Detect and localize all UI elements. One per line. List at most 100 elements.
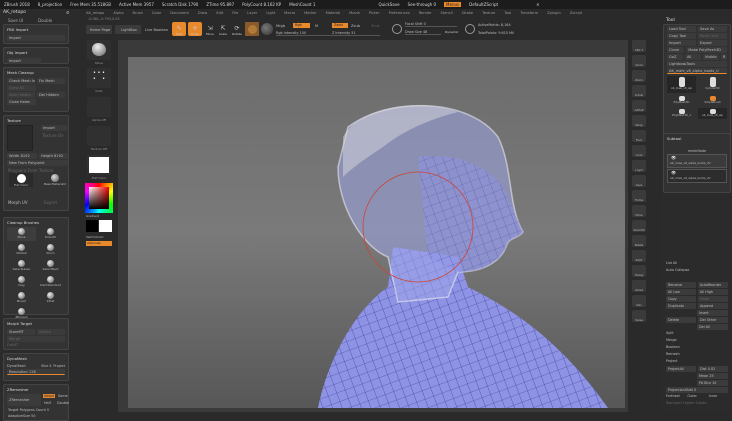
brush-inflat[interactable]: Inflat — [36, 291, 65, 305]
scale-button[interactable]: ⇱ Scale — [216, 22, 230, 36]
clone-button[interactable]: Clone — [667, 47, 685, 53]
half-toggle[interactable]: Half — [44, 401, 51, 405]
subtool-item[interactable]: 👁 AK_male_v8_alpha_boots_UV — [667, 169, 727, 183]
new-from-polypaint-button[interactable]: New From Polypaint — [7, 160, 68, 166]
brush-morph[interactable]: Morph — [7, 291, 36, 305]
menu-file[interactable]: File — [232, 11, 238, 15]
copy-tool-button[interactable]: Copy Tool — [667, 33, 696, 39]
all-low-button[interactable]: All Low — [666, 289, 696, 295]
shelf-l-sym[interactable]: L.Sym — [632, 160, 646, 172]
list-all-button[interactable]: List All — [666, 261, 728, 267]
double-toggle[interactable]: Double — [57, 401, 69, 405]
draw-size-slider[interactable]: Draw Size 48 — [405, 30, 441, 35]
height-slider[interactable]: Height 8192 — [39, 153, 68, 159]
mrgb-toggle[interactable]: Mrgb — [276, 24, 285, 28]
default-zscript[interactable]: DefaultZScript — [469, 2, 498, 7]
goz-button[interactable]: GoZ — [667, 54, 683, 60]
menu-light[interactable]: Light — [266, 11, 275, 15]
secondary-color-swatch[interactable] — [86, 220, 98, 232]
draw-button[interactable]: ✛ Draw — [188, 22, 202, 36]
dynamesh-button[interactable]: DynaMesh — [7, 364, 39, 368]
width-slider[interactable]: Width 8192 — [7, 153, 37, 159]
shelf-move[interactable]: Move — [632, 205, 646, 217]
viewport-canvas[interactable] — [128, 57, 625, 408]
resolution-slider[interactable]: Resolution 128 — [7, 369, 65, 375]
brush-move[interactable]: Move — [7, 227, 36, 241]
del-all-button[interactable]: Del All — [697, 324, 728, 330]
adaptive-size-slider[interactable]: AdaptiveSize 50 — [8, 414, 35, 418]
menu-color[interactable]: Color — [152, 11, 161, 15]
brush-smooth[interactable]: Smooth — [36, 227, 65, 241]
close-icon[interactable]: ✕ — [536, 2, 539, 7]
rotate-button[interactable]: ⟳ Rotate — [230, 22, 244, 36]
reproject-button[interactable]: Reproject Higher Subdiv — [666, 401, 728, 407]
flat-color-button[interactable]: Flat Color — [9, 173, 33, 187]
remesh-button[interactable]: Remesh — [666, 352, 728, 358]
texture-thumbnail[interactable] — [7, 125, 33, 151]
shelf-scroll[interactable]: Scroll — [632, 55, 646, 67]
texture-button[interactable]: Texture Off — [87, 126, 111, 151]
save-as-button[interactable]: Save As — [698, 26, 727, 32]
project-shell-button[interactable]: ProjectionShell 0 — [666, 387, 728, 393]
menu-zscript[interactable]: Zscript — [570, 11, 582, 15]
fbx-import-button[interactable]: Import — [7, 35, 65, 41]
obj-import-button[interactable]: Import — [7, 58, 42, 64]
menu-marker[interactable]: Marker — [304, 11, 316, 15]
rgb-toggle[interactable]: Rgb — [293, 23, 310, 28]
export-button[interactable]: Export — [698, 40, 727, 46]
split-hidden-button[interactable]: Split Hidden — [7, 92, 35, 98]
menu-draw[interactable]: Draw — [198, 11, 207, 15]
menu-layer[interactable]: Layer — [247, 11, 257, 15]
shelf-spix-3[interactable]: SPix 3 — [632, 40, 646, 52]
zcut-toggle[interactable]: Zcut — [371, 24, 379, 28]
merge-button[interactable]: Merge — [666, 338, 728, 344]
brush-pinch[interactable]: Pinch — [36, 243, 65, 257]
tool-thumb[interactable]: PolyMesh3D_1 — [667, 108, 696, 119]
rename-button[interactable]: Rename — [666, 282, 696, 288]
check-mesh-button[interactable]: Check Mesh In — [7, 78, 35, 84]
shelf-zoom[interactable]: Zoom — [632, 70, 646, 82]
mean-button[interactable]: Mean 25 — [697, 373, 728, 379]
brush-damstandard[interactable]: DamStandard — [36, 275, 65, 289]
zsub-toggle[interactable]: Zsub — [351, 24, 360, 28]
project-button[interactable]: Project — [666, 359, 728, 365]
all-button[interactable]: All — [684, 54, 701, 60]
brush-button[interactable]: Move — [87, 40, 111, 65]
brush-hpolish[interactable]: hPolish — [7, 243, 36, 257]
copy-button[interactable]: Copy — [666, 296, 696, 302]
load-tool-button[interactable]: Load Tool — [667, 26, 696, 32]
spotlight-icon[interactable] — [261, 23, 273, 35]
menu-ak-retopo[interactable]: AK_retopo — [86, 11, 104, 15]
shelf-transp[interactable]: Transp — [632, 265, 646, 277]
shelf-actual[interactable]: Actual — [632, 85, 646, 97]
delete-button[interactable]: Delete — [666, 317, 696, 323]
shelf-aahalf[interactable]: AAHalf — [632, 100, 646, 112]
current-tool-slider[interactable]: AK_male_v8_alpha_boots_U — [667, 68, 727, 74]
shelf-solo[interactable]: Solo — [632, 295, 646, 307]
grow-all-button[interactable]: Grow All — [7, 85, 36, 91]
morph-slider[interactable]: Morph — [7, 336, 65, 342]
shelf-local[interactable]: Local — [632, 145, 646, 157]
pa-blur-button[interactable]: PA Blur 10 — [697, 380, 728, 386]
shelf-gxyz[interactable]: Gxyz — [632, 175, 646, 187]
draw-mode-icon[interactable] — [465, 24, 475, 34]
shelf-rotate[interactable]: Rotate — [632, 235, 646, 247]
all-high-button[interactable]: All High — [698, 289, 728, 295]
menu-preferences[interactable]: Preferences — [389, 11, 410, 15]
fix-mesh-button[interactable]: Fix Mesh — [37, 78, 65, 84]
shelf-xpose[interactable]: Xpose — [632, 310, 646, 322]
menu-document[interactable]: Document — [170, 11, 189, 15]
alpha-button[interactable]: Alpha Off — [87, 97, 111, 122]
paste-button[interactable]: Paste — [698, 296, 728, 302]
auto-collapse-button[interactable]: Auto Collapse — [666, 268, 728, 274]
subtool-item[interactable]: 👁 AK_male_v8_alpha_boots_UV — [667, 154, 727, 168]
lightbox-button[interactable]: LightBox — [115, 25, 141, 34]
texture-on-toggle[interactable]: Texture On — [42, 133, 64, 138]
main-color-swatch[interactable] — [99, 220, 112, 232]
shelf-frame[interactable]: Frame — [632, 190, 646, 202]
alternate-button[interactable]: Alternate — [86, 241, 112, 246]
duplicate-button[interactable]: Duplicate — [666, 303, 696, 309]
texture-import-button[interactable]: Import — [41, 125, 67, 131]
menu-render[interactable]: Render — [419, 11, 432, 15]
make-polymesh-button[interactable]: Make PolyMesh3D — [686, 47, 727, 53]
